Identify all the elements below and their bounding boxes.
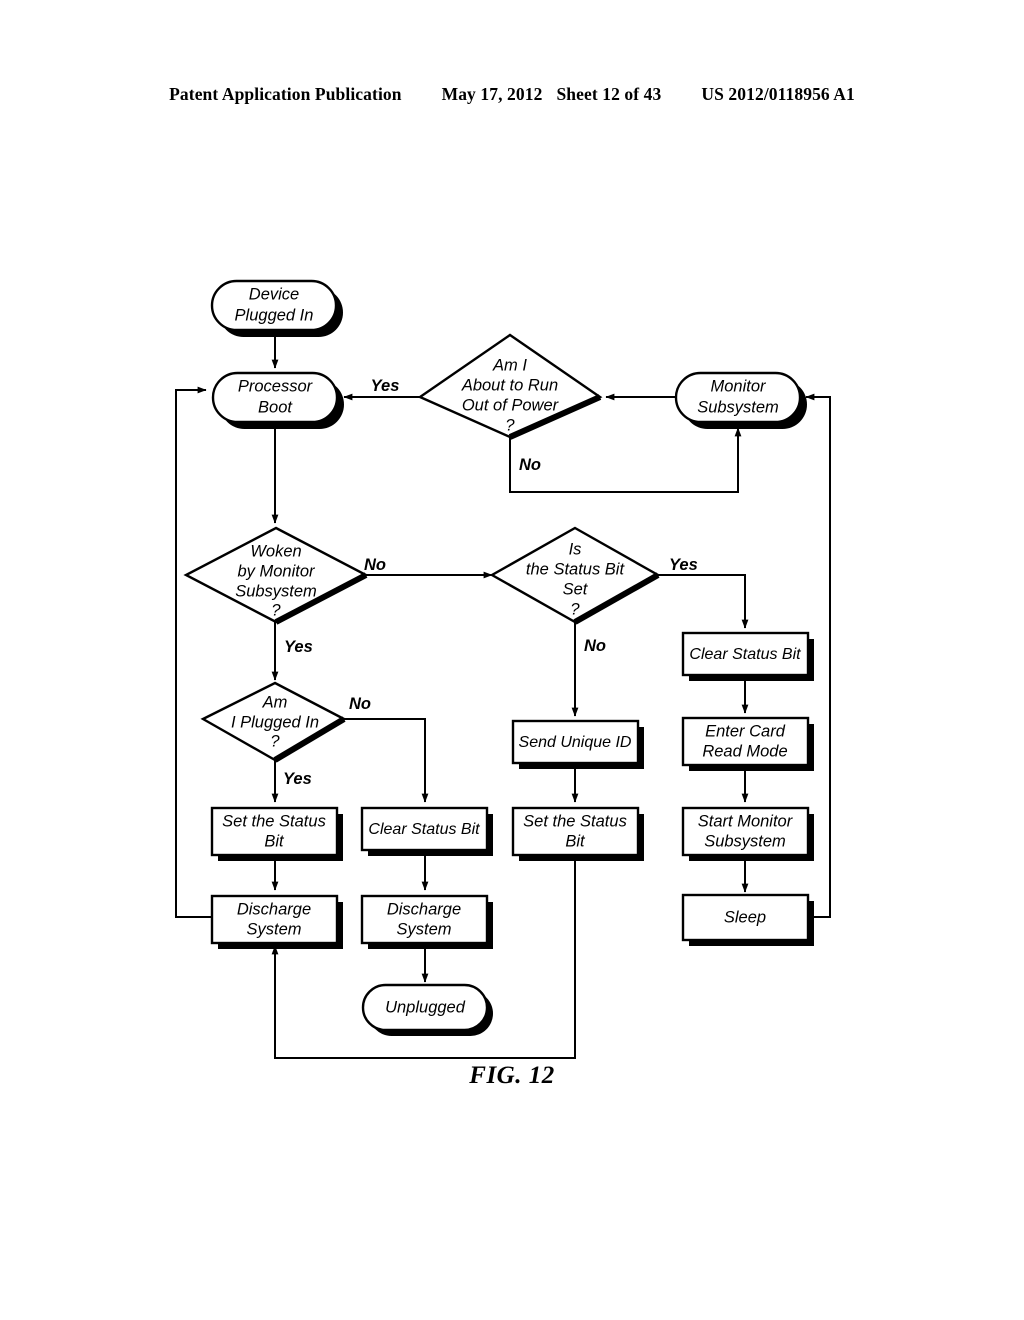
unplugged-label: Unplugged — [385, 998, 466, 1016]
edge-label-woken-yes: Yes — [284, 638, 313, 656]
enter-card-label-2: Read Mode — [702, 742, 787, 760]
edge-status-yes-to-clear — [658, 574, 749, 629]
node-unplugged[interactable]: Unplugged — [361, 983, 493, 1036]
plugged-in-label-1: Am — [262, 693, 288, 711]
node-sleep[interactable]: Sleep — [681, 893, 814, 946]
edge-label-power-yes: Yes — [371, 377, 400, 395]
enter-card-label-1: Enter Card — [705, 722, 786, 740]
edge-plugged-no-to-clear-status — [344, 718, 429, 803]
node-set-status-bit-mid[interactable]: Set the Status Bit — [511, 806, 644, 861]
woken-label-1: Woken — [250, 542, 301, 560]
edge-label-woken-no: No — [364, 556, 386, 574]
woken-label-4: ? — [271, 601, 281, 619]
edge-power-no-to-monitor — [509, 427, 742, 493]
discharge-left-label-2: System — [246, 920, 301, 938]
start-monitor-label-1: Start Monitor — [698, 812, 794, 830]
edge-label-status-yes: Yes — [669, 556, 698, 574]
device-plugged-in-label-1: Device — [249, 285, 299, 303]
status-bit-label-2: the Status Bit — [526, 560, 626, 578]
out-of-power-label-1: Am I — [492, 356, 527, 374]
discharge-mid-label-1: Discharge — [387, 900, 461, 918]
out-of-power-label-2: About to Run — [461, 376, 558, 394]
node-processor-boot[interactable]: Processor Boot — [211, 371, 344, 429]
discharge-mid-label-2: System — [396, 920, 451, 938]
node-out-of-power-decision[interactable]: Am I About to Run Out of Power ? — [417, 333, 603, 440]
woken-label-3: Subsystem — [235, 582, 317, 600]
node-clear-status-bit-mid[interactable]: Clear Status Bit — [360, 806, 493, 856]
node-woken-by-monitor-decision[interactable]: Woken by Monitor Subsystem ? — [183, 526, 369, 625]
status-bit-label-3: Set — [563, 580, 589, 598]
edge-label-plugged-no: No — [349, 695, 371, 713]
edge-label-plugged-yes: Yes — [283, 770, 312, 788]
sleep-label: Sleep — [724, 908, 766, 926]
status-bit-label-4: ? — [570, 600, 580, 618]
edge-label-status-no: No — [584, 637, 606, 655]
flowchart-figure: Device Plugged In Processor Boot Monitor… — [175, 279, 831, 1059]
out-of-power-label-4: ? — [505, 416, 515, 434]
node-discharge-system-left[interactable]: Discharge System — [210, 894, 343, 949]
node-clear-status-bit-right[interactable]: Clear Status Bit — [681, 631, 814, 681]
figure-caption: FIG. 12 — [469, 1062, 555, 1089]
processor-boot-label-2: Boot — [258, 398, 293, 416]
node-start-monitor-subsystem[interactable]: Start Monitor Subsystem — [681, 806, 814, 861]
device-plugged-in-label-2: Plugged In — [235, 306, 314, 324]
node-am-i-plugged-in-decision[interactable]: Am I Plugged In ? — [200, 681, 347, 763]
monitor-subsystem-label-1: Monitor — [710, 377, 767, 395]
status-bit-label-1: Is — [569, 540, 582, 558]
set-status-mid-label-1: Set the Status — [523, 812, 627, 830]
woken-label-2: by Monitor — [237, 562, 316, 580]
set-status-left-label-2: Bit — [264, 832, 285, 850]
plugged-in-label-3: ? — [270, 732, 280, 750]
node-enter-card-read-mode[interactable]: Enter Card Read Mode — [681, 716, 814, 771]
node-monitor-subsystem[interactable]: Monitor Subsystem — [674, 371, 807, 429]
processor-boot-label-1: Processor — [238, 377, 314, 395]
set-status-mid-label-2: Bit — [565, 832, 586, 850]
node-device-plugged-in[interactable]: Device Plugged In — [210, 279, 343, 337]
set-status-left-label-1: Set the Status — [222, 812, 326, 830]
node-status-bit-set-decision[interactable]: Is the Status Bit Set ? — [489, 526, 661, 625]
monitor-subsystem-label-2: Subsystem — [697, 398, 779, 416]
node-discharge-system-mid[interactable]: Discharge System — [360, 894, 493, 949]
plugged-in-label-2: I Plugged In — [231, 713, 319, 731]
node-set-status-bit-left[interactable]: Set the Status Bit — [210, 806, 343, 861]
edge-label-power-no: No — [519, 456, 541, 474]
clear-status-mid-label: Clear Status Bit — [368, 821, 480, 838]
node-send-unique-id[interactable]: Send Unique ID — [511, 719, 644, 769]
out-of-power-label-3: Out of Power — [462, 396, 560, 414]
patent-page: Patent Application Publication May 17, 2… — [0, 0, 1024, 1320]
start-monitor-label-2: Subsystem — [704, 832, 786, 850]
clear-status-right-label: Clear Status Bit — [689, 646, 801, 663]
edge-discharge-left-to-boot — [175, 386, 212, 918]
discharge-left-label-1: Discharge — [237, 900, 311, 918]
send-unique-id-label: Send Unique ID — [519, 734, 632, 751]
